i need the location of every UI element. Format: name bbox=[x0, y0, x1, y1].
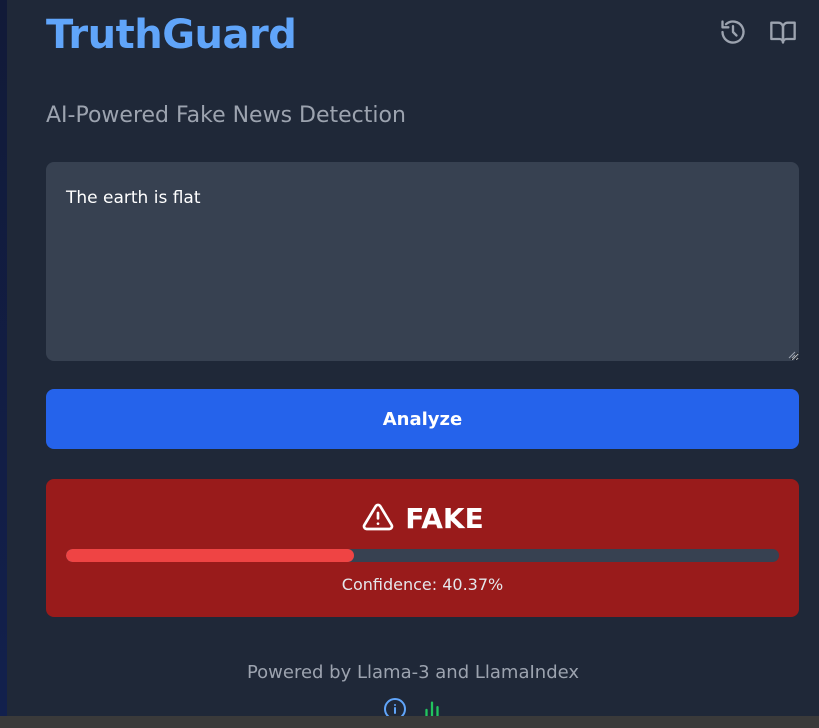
bar-chart-icon[interactable] bbox=[421, 697, 443, 716]
left-edge-strip bbox=[0, 0, 7, 716]
analyze-button[interactable]: Analyze bbox=[46, 389, 799, 449]
footer-icons bbox=[7, 697, 819, 716]
confidence-bar-fill bbox=[66, 549, 354, 562]
verdict-label: FAKE bbox=[405, 502, 484, 535]
book-icon[interactable] bbox=[768, 17, 798, 47]
app-card: TruthGuard AI-Powered Fake News Detectio… bbox=[7, 0, 819, 716]
confidence-text: Confidence: 40.37% bbox=[341, 575, 504, 594]
history-icon[interactable] bbox=[718, 17, 748, 47]
result-card: FAKE Confidence: 40.37% bbox=[46, 479, 799, 617]
resize-grip-icon[interactable] bbox=[788, 351, 796, 359]
app-title: TruthGuard bbox=[46, 12, 297, 58]
footer-text: Powered by Llama-3 and LlamaIndex bbox=[246, 662, 580, 683]
bottom-strip bbox=[0, 716, 819, 728]
warning-icon bbox=[361, 501, 395, 537]
verdict-row: FAKE bbox=[46, 501, 799, 537]
news-text-input[interactable]: The earth is flat bbox=[46, 162, 799, 361]
info-icon[interactable] bbox=[383, 697, 407, 716]
app-subtitle: AI-Powered Fake News Detection bbox=[46, 103, 406, 128]
confidence-bar bbox=[66, 549, 779, 562]
